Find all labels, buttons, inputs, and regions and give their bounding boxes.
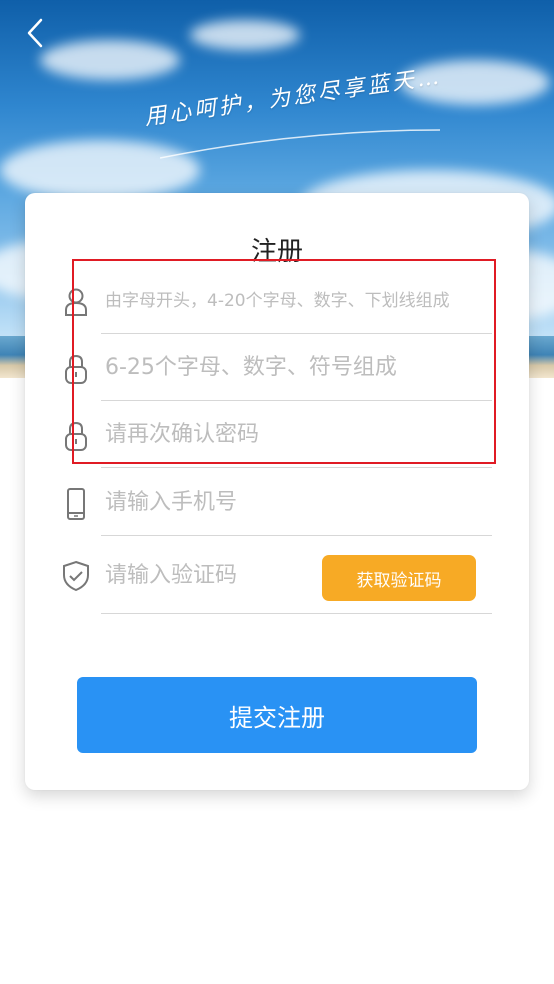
password-row — [60, 335, 492, 401]
username-input[interactable] — [101, 268, 492, 334]
page-title: 注册 — [250, 237, 303, 267]
cloud-decoration — [190, 20, 300, 50]
confirm-password-row — [60, 402, 492, 468]
phone-row — [60, 470, 492, 536]
user-icon — [65, 288, 87, 316]
confirm-password-input[interactable] — [101, 402, 492, 468]
register-card: 注册 由字母开头，4-20个字母、数字、下划线组成 请输入手机号 请输入验证码 … — [25, 193, 529, 790]
get-code-button[interactable]: 获取验证码 — [322, 555, 476, 601]
swoosh-decoration — [160, 129, 440, 159]
lock-icon — [65, 421, 87, 451]
username-row — [60, 268, 492, 334]
cloud-decoration — [40, 40, 180, 80]
submit-button[interactable]: 提交注册 — [77, 677, 477, 753]
phone-icon — [67, 488, 85, 520]
password-input[interactable] — [101, 335, 492, 401]
chevron-left-icon[interactable] — [20, 16, 54, 50]
lock-icon — [65, 354, 87, 384]
phone-input[interactable] — [101, 470, 492, 536]
shield-check-icon — [63, 560, 89, 592]
verify-code-row: 获取验证码 — [60, 538, 492, 614]
